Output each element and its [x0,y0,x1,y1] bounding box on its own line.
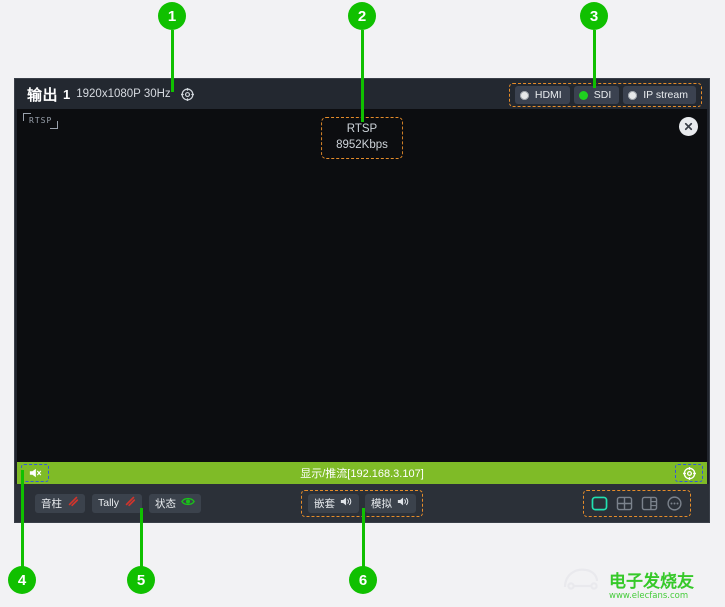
chip-analog-audio[interactable]: 模拟 [365,493,416,513]
source-option-hdmi[interactable]: HDMI [514,86,570,104]
chip-label-audio-meter: 音柱 [41,497,62,510]
slash-disabled-icon [124,494,136,512]
callout-badge-4: 4 [8,566,36,594]
chip-audio-meter[interactable]: 音柱 [35,493,85,513]
video-preview[interactable]: RTSP RTSP 8952Kbps [17,109,707,462]
source-option-sdi[interactable]: SDI [573,86,620,104]
stream-bitrate: 8952Kbps [336,138,388,151]
gear-icon[interactable] [180,87,194,101]
callout-leader-3 [593,30,596,88]
callout-badge-3: 3 [580,2,608,30]
toolbar-layout-group [583,489,691,517]
screenshot-root: 电子发烧友 www.elecfans.com 1 2 3 4 5 6 输出 1 … [0,0,725,607]
gear-icon[interactable] [675,464,703,482]
eye-icon [181,494,195,512]
output-title: 输出 [27,86,59,104]
svg-text:电子发烧友: 电子发烧友 [609,571,694,592]
callout-badge-6: 6 [349,566,377,594]
source-option-ip-stream[interactable]: IP stream [623,86,696,104]
callout-badge-5: 5 [127,566,155,594]
speaker-icon [340,494,353,512]
callout-badge-1: 1 [158,2,186,30]
radio-dot-ip-stream [628,90,638,100]
stream-info-badge: RTSP 8952Kbps [321,117,403,160]
svg-text:www.elecfans.com: www.elecfans.com [609,591,688,601]
output-format: 1920x1080P 30Hz [76,88,171,100]
chip-label-tally: Tally [98,497,120,509]
callout-leader-5 [140,508,143,568]
chip-embedded-audio[interactable]: 嵌套 [308,493,359,513]
layout-quad-button[interactable] [614,494,635,513]
source-select-group: HDMI SDI IP stream [508,83,702,107]
callout-leader-6 [362,508,365,568]
chip-status[interactable]: 状态 [149,493,202,513]
video-corner-tag: RTSP [23,113,59,129]
status-bar: 显示/推流[192.168.3.107] [17,462,707,484]
chip-label-status: 状态 [155,497,177,510]
layout-split-button[interactable] [639,494,660,513]
radio-dot-hdmi [519,90,529,100]
chip-label-analog-audio: 模拟 [371,497,392,510]
output-panel: 输出 1 1920x1080P 30Hz HDMI SDI IP stream … [14,78,710,523]
slash-disabled-icon [67,494,79,512]
source-label-ip-stream: IP stream [643,89,688,101]
speaker-icon [397,494,410,512]
callout-leader-2 [361,30,364,122]
callout-badge-2: 2 [348,2,376,30]
output-index: 1 [63,86,71,102]
layout-more-button[interactable] [664,494,685,513]
stream-protocol: RTSP [346,123,378,135]
speaker-mute-icon[interactable] [21,464,49,482]
close-icon[interactable] [679,117,698,136]
chip-tally[interactable]: Tally [92,493,143,513]
status-text: 显示/推流[192.168.3.107] [300,468,424,480]
chip-label-embedded-audio: 嵌套 [314,497,335,510]
radio-dot-sdi [578,90,588,100]
watermark: 电子发烧友 www.elecfans.com [557,561,717,605]
toolbar-left-group: 音柱 Tally 状态 [35,493,202,513]
callout-leader-4 [21,470,24,568]
layout-single-button[interactable] [589,494,610,513]
callout-leader-1 [171,30,174,92]
source-label-sdi: SDI [593,89,612,101]
source-label-hdmi: HDMI [534,89,562,101]
